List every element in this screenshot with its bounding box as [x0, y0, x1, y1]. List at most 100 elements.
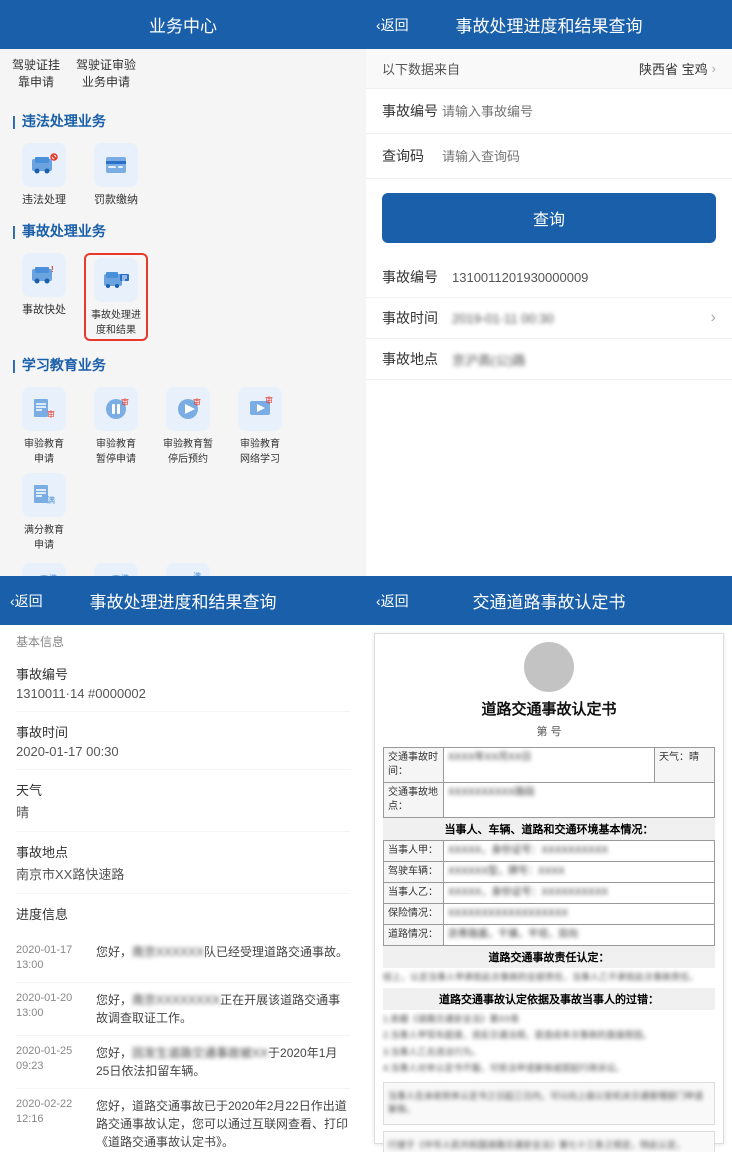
accident-no-detail-label: 事故编号: [16, 664, 350, 683]
business-center-panel: 业务中心 驾驶证挂 靠申请 驾驶证审验 业务申请 违法处理业务: [0, 0, 366, 576]
progress-time-3: 2020-02-2212:16: [16, 1097, 96, 1151]
icon-item-fine-payment[interactable]: 罚款缴纳: [84, 143, 148, 207]
svg-text:审: 审: [121, 397, 129, 407]
icon-item-accident-progress[interactable]: 事故处理进度和结果: [84, 253, 148, 341]
full-score-pause-icon-box: 满: [22, 563, 66, 576]
panel4-content: 道路交通事故认定书 第 号 交通事故时间： XXXX年XX月XX日 天气：晴 交…: [366, 625, 732, 1152]
review-edu-online-label: 审验教育网络学习: [240, 435, 280, 465]
review-edu-label: 审验教育申请: [24, 435, 64, 465]
top-item-license-review[interactable]: 驾驶证审验 业务申请: [76, 57, 136, 91]
violation-icon-row: 违法处理 罚款缴纳: [12, 137, 354, 213]
progress-time-2: 2020-01-2509:23: [16, 1044, 96, 1080]
location-text: 陕西省 宝鸡: [639, 59, 708, 78]
cert-appeal-section: 行使于《中华人民共和国道路交通安全法》第七十三条之规定，特此认定。: [383, 1131, 715, 1152]
progress-item-0: 2020-01-1713:00 您好，南京XXXXXX队已经受理道路交通事故。: [16, 935, 350, 983]
result-accident-time-row[interactable]: 事故时间 2019-01-11 00:30 ›: [366, 298, 732, 339]
full-score-edu-label: 满分教育申请: [24, 521, 64, 551]
accident-no-detail-value: 1310011·14 #0000002: [16, 686, 350, 701]
accident-progress-label: 事故处理进度和结果: [91, 306, 141, 336]
result-accident-no-label: 事故编号: [382, 267, 452, 287]
progress-time-1: 2020-01-2013:00: [16, 991, 96, 1027]
icon-item-review-edu[interactable]: 审 审验教育申请: [12, 387, 76, 465]
icon-item-accident-quick[interactable]: ! 事故快处: [12, 253, 76, 341]
cert-party-table: 当事人甲： XXXXX，身份证号：XXXXXXXXXX 驾驶车辆： XXXXXX…: [383, 840, 715, 946]
accident-query-panel-top: ‹ 返回 事故处理进度和结果查询 以下数据来自 陕西省 宝鸡 › 事故编号 查询…: [366, 0, 732, 576]
cert-basis-text4: 4.当事人对本认定书不服，可依法申请复核或提起行政诉讼。: [383, 1062, 715, 1076]
weather-detail-row: 天气 晴: [16, 770, 350, 832]
panel2-back-button[interactable]: ‹ 返回: [376, 15, 409, 35]
progress-text-1: 您好，南京XXXXXXXX正在开展该道路交通事故调查取证工作。: [96, 991, 350, 1027]
accident-time-detail-value: 2020-01-17 00:30: [16, 744, 350, 759]
top-items-row: 驾驶证挂 靠申请 驾驶证审验 业务申请: [12, 49, 354, 103]
cert-insurance-label: 保险情况：: [384, 904, 444, 925]
progress-item-3: 2020-02-2212:16 您好，道路交通事故已于2020年2月22日作出道…: [16, 1089, 350, 1152]
cert-basis-section-title: 道路交通事故认定依据及事故当事人的过错：: [383, 988, 715, 1010]
panel3-back-button[interactable]: ‹ 返回: [10, 591, 43, 611]
accident-quick-label: 事故快处: [22, 301, 66, 317]
fine-payment-icon: [102, 151, 130, 179]
accident-icon-row: ! 事故快处: [12, 247, 354, 347]
accident-quick-icon-box: !: [22, 253, 66, 297]
cert-conclusion-section-title: 道路交通事故责任认定：: [383, 946, 715, 968]
fine-payment-label: 罚款缴纳: [94, 191, 138, 207]
result-accident-no-row[interactable]: 事故编号 1310011201930000009: [366, 257, 732, 298]
review-edu-online-icon-box: 审: [238, 387, 282, 431]
icon-item-review-edu-pause[interactable]: 审 审验教育暂停申请: [84, 387, 148, 465]
panel4-back-button[interactable]: ‹ 返回: [376, 591, 409, 611]
cert-rights-section: 当事人在未收到本认定书之日起三日内，可以向上级公安机关交通管理部门申请复核。: [383, 1082, 715, 1125]
icon-item-full-score-pause[interactable]: 满 满分教育暂停申请: [12, 563, 76, 576]
icon-item-violation-handle[interactable]: 违法处理: [12, 143, 76, 207]
cert-basic-info-table: 交通事故时间： XXXX年XX月XX日 天气：晴 交通事故地点： XXXXXXX…: [383, 747, 715, 818]
review-edu-online-icon: 审: [246, 395, 274, 423]
svg-text:满: 满: [47, 495, 55, 505]
progress-text-0: 您好，南京XXXXXX队已经受理道路交通事故。: [96, 943, 350, 974]
result-accident-place-row: 事故地点 京沪高(公)路: [366, 339, 732, 380]
svg-text:审: 审: [265, 395, 273, 405]
progress-item-1: 2020-01-2013:00 您好，南京XXXXXXXX正在开展该道路交通事故…: [16, 983, 350, 1036]
place-detail-row: 事故地点 南京市XX路快速路: [16, 832, 350, 894]
full-score-edu-icon-box: 满: [22, 473, 66, 517]
review-edu-pause-label: 审验教育暂停申请: [96, 435, 136, 465]
result-accident-place-label: 事故地点: [382, 349, 452, 369]
progress-item-2: 2020-01-2509:23 您好，因发生道路交通事故被XX于2020年1月2…: [16, 1036, 350, 1089]
panel4-title: 交通道路事故认定书: [473, 588, 626, 613]
panel3-title: 事故处理进度和结果查询: [90, 588, 277, 613]
icon-item-review-edu-online[interactable]: 审 审验教育网络学习: [228, 387, 292, 465]
result-time-arrow-icon: ›: [711, 309, 716, 327]
cert-car1-label: 驾驶车辆：: [384, 862, 444, 883]
full-score-edu-icon: 满: [30, 481, 58, 509]
query-button[interactable]: 查询: [382, 193, 716, 243]
accident-time-detail-label: 事故时间: [16, 722, 350, 741]
accident-no-form-row: 事故编号: [366, 89, 732, 134]
weather-detail-value: 晴: [16, 802, 350, 821]
result-accident-no-value: 1310011201930000009: [452, 270, 716, 285]
icon-item-review-edu-resume[interactable]: 审 审验教育暂停后预约: [156, 387, 220, 465]
accident-no-input[interactable]: [442, 104, 716, 119]
top-item-license-hang[interactable]: 驾驶证挂 靠申请: [12, 57, 60, 91]
query-code-form-row: 查询码: [366, 134, 732, 179]
icon-item-full-score-online[interactable]: 满 满分教育网络学习: [156, 563, 220, 576]
cert-party-section-title: 当事人、车辆、道路和交通环境基本情况：: [383, 818, 715, 840]
section-accident-title: 事故处理业务: [12, 213, 354, 247]
panel3-content: 基本信息 事故编号 1310011·14 #0000002 事故时间 2020-…: [0, 625, 366, 1152]
panel4-back-label: 返回: [381, 591, 409, 611]
query-code-input[interactable]: [442, 149, 716, 164]
cert-car1-value: XXXXXX型，牌号：XXXX: [444, 862, 715, 883]
violation-handle-icon-box: [22, 143, 66, 187]
progress-time-0: 2020-01-1713:00: [16, 943, 96, 974]
cert-party2-value: XXXXX，身份证号：XXXXXXXXXX: [444, 883, 715, 904]
cert-place-value: XXXXXXXXXX路段: [444, 783, 715, 818]
place-detail-label: 事故地点: [16, 842, 350, 861]
review-edu-pause-icon-box: 审: [94, 387, 138, 431]
cert-basis-text3: 3.当事人乙无违法行为。: [383, 1046, 715, 1060]
full-score-online-icon-box: 满: [166, 563, 210, 576]
accident-no-label: 事故编号: [382, 101, 442, 121]
section-education-title: 学习教育业务: [12, 347, 354, 381]
accident-quick-icon: !: [30, 261, 58, 289]
accident-no-detail-row: 事故编号 1310011·14 #0000002: [16, 654, 350, 712]
progress-text-2: 您好，因发生道路交通事故被XX于2020年1月25日依法扣留车辆。: [96, 1044, 350, 1080]
education-icon-row2: 满 满分教育暂停申请 满 满分教育暂停后预约: [12, 557, 354, 576]
progress-text-3: 您好，道路交通事故已于2020年2月22日作出道路交通事故认定，您可以通过互联网…: [96, 1097, 350, 1151]
icon-item-full-score-resume[interactable]: 满 满分教育暂停后预约: [84, 563, 148, 576]
icon-item-full-score-edu[interactable]: 满 满分教育申请: [12, 473, 76, 551]
